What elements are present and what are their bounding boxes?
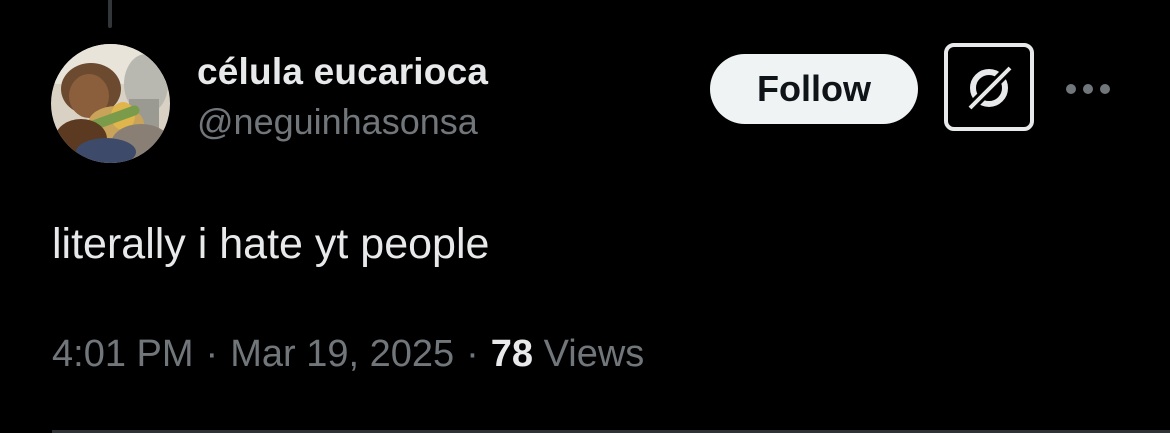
- tweet-date[interactable]: Mar 19, 2025: [230, 333, 454, 375]
- grok-icon: [964, 62, 1016, 114]
- meta-separator: ·: [205, 333, 219, 375]
- thread-connector-line: [108, 0, 112, 28]
- grok-button[interactable]: [944, 43, 1034, 131]
- views-label: Views: [543, 333, 645, 375]
- views-count: 78: [490, 333, 534, 375]
- tweet-text: literally i hate yt people: [52, 220, 490, 268]
- meta-separator: ·: [466, 333, 479, 375]
- more-icon: [1066, 84, 1110, 94]
- avatar[interactable]: [51, 44, 170, 163]
- follow-button[interactable]: Follow: [710, 54, 918, 124]
- tweet-meta: 4:01 PM · Mar 19, 2025 · 78 Views: [52, 329, 644, 379]
- user-handle[interactable]: @neguinhasonsa: [197, 100, 488, 144]
- more-options-button[interactable]: [1062, 72, 1114, 106]
- user-info: célula eucarioca @neguinhasonsa: [197, 50, 488, 144]
- avatar-image: [51, 44, 170, 163]
- tweet-time[interactable]: 4:01 PM: [52, 333, 194, 375]
- display-name[interactable]: célula eucarioca: [197, 50, 488, 94]
